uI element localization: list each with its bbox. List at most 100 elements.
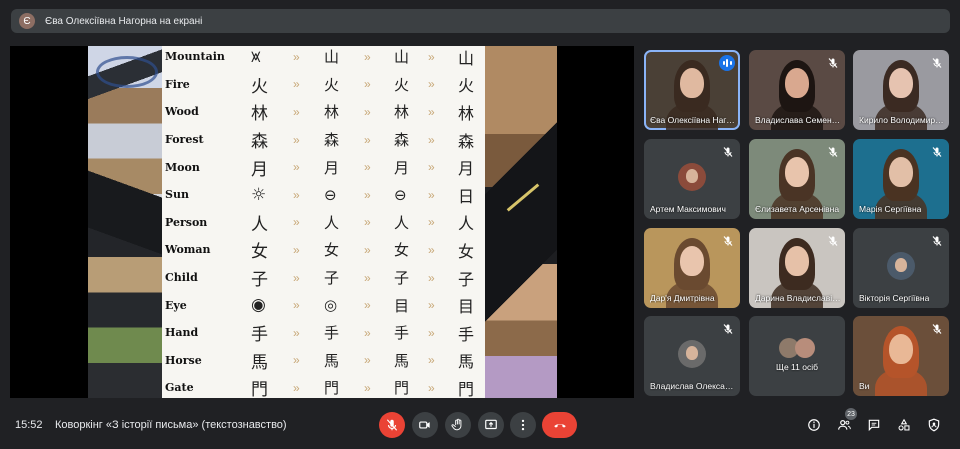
row-label: Person [165, 215, 208, 229]
participant-tile[interactable]: Єва Олексіївна Нагорна [644, 50, 740, 130]
participant-tile[interactable]: Ще 11 осіб [749, 316, 845, 396]
presenter-avatar: Є [19, 13, 35, 29]
arrow-icon: » [293, 160, 300, 175]
participant-tile[interactable]: Вікторія Сергіївна [853, 228, 949, 308]
modern-character: 林 [458, 103, 475, 123]
row-label: Forest [165, 133, 204, 147]
pictograph-glyph: 馬 [251, 352, 268, 373]
participant-face [680, 68, 704, 98]
participant-tile[interactable]: Єлизавета Арсенівна [749, 139, 845, 219]
arrow-icon: » [364, 49, 371, 64]
participant-tile[interactable]: Дар'я Дмитрівна [644, 228, 740, 308]
participant-name: Владислава Семенюк [755, 115, 841, 125]
table-row: Child 子 » 子 » 子 » 子 [162, 264, 485, 292]
participant-tile[interactable]: Владислав Олександрович [644, 316, 740, 396]
arrow-icon: » [364, 353, 371, 368]
participant-name: Вікторія Сергіївна [859, 293, 930, 303]
shared-screen[interactable]: Mountain ⩙» 山» 山» 山 Fire 火» 火» 火» 火 Wood 林» 林» 林» 林 For… [10, 46, 634, 398]
row-label: Mountain [165, 50, 225, 64]
participant-name: Кирило Володимирович [859, 115, 945, 125]
host-controls-button[interactable] [926, 417, 942, 433]
participant-name: Марія Сергіївна [859, 204, 922, 214]
meeting-details-button[interactable] [806, 417, 822, 433]
modern-character: 手 [458, 324, 475, 344]
pictograph-glyph: 手 [251, 325, 268, 346]
participant-tile[interactable]: Ви [853, 316, 949, 396]
pictograph-glyph: 月 [251, 159, 268, 180]
ancient-glyph: 林 [324, 103, 340, 122]
avatar [678, 340, 706, 368]
arrow-icon: » [293, 132, 300, 147]
ancient-glyph: 火 [324, 75, 340, 94]
activities-button[interactable] [896, 417, 912, 433]
leave-call-button[interactable] [542, 412, 577, 438]
present-screen-button[interactable] [478, 412, 504, 438]
participant-face [889, 68, 913, 98]
people-count-badge: 23 [845, 408, 857, 420]
arrow-icon: » [428, 187, 435, 202]
more-vert-icon [521, 419, 525, 431]
slide-decoration-left [88, 46, 162, 398]
participant-name: Єва Олексіївна Нагорна [650, 115, 736, 125]
participant-name: Артем Максимович [650, 204, 726, 214]
row-label: Woman [165, 243, 211, 257]
seal-glyph: 林 [394, 103, 410, 122]
arrow-icon: » [293, 104, 300, 119]
table-row: Fire 火 » 火 » 火 » 火 [162, 71, 485, 99]
mic-off-icon [827, 234, 839, 246]
raise-hand-button[interactable] [445, 412, 471, 438]
arrow-icon: » [428, 49, 435, 64]
presenter-text: Єва Олексіївна Нагорна на екрані [45, 15, 203, 27]
pictograph-glyph: 子 [251, 270, 268, 291]
mic-off-icon [827, 56, 839, 68]
mic-off-icon [722, 145, 734, 157]
arrow-icon: » [293, 242, 300, 257]
ancient-glyph: 森 [324, 131, 340, 150]
participant-tile[interactable]: Марія Сергіївна [853, 139, 949, 219]
bottom-bar: 15:52 Коворкінг «З історії письма» (текс… [0, 404, 960, 449]
ancient-glyph: 子 [324, 269, 340, 288]
table-row: Gate 門 » 門 » 門 » 門 [162, 374, 485, 398]
present-icon [485, 419, 497, 430]
pictograph-glyph: 人 [251, 214, 268, 235]
ancient-glyph: 月 [324, 158, 340, 177]
modern-character: 日 [458, 186, 475, 206]
camera-toggle-button[interactable] [412, 412, 438, 438]
pictograph-glyph: ☼ [251, 184, 267, 205]
arrow-icon: » [293, 49, 300, 64]
participant-tile[interactable]: Владислава Семенюк [749, 50, 845, 130]
ancient-glyph: ⊖ [324, 185, 337, 204]
arrow-icon: » [428, 353, 435, 368]
slide-decoration-right [485, 46, 557, 398]
people-icon [837, 420, 851, 430]
participant-tile[interactable]: Дарина Владиславівна [749, 228, 845, 308]
chat-button[interactable] [866, 417, 882, 433]
meeting-title: Коворкінг «З історії письма» (текстознав… [55, 419, 287, 431]
arrow-icon: » [364, 380, 371, 395]
participant-face [889, 157, 913, 187]
avatar [678, 163, 706, 191]
participant-face [889, 334, 913, 364]
arrow-icon: » [428, 77, 435, 92]
arrow-icon: » [293, 325, 300, 340]
seal-glyph: 門 [394, 379, 410, 398]
participant-tile[interactable]: Артем Максимович [644, 139, 740, 219]
table-row: Moon 月 » 月 » 月 » 月 [162, 153, 485, 181]
pictograph-glyph: 林 [251, 104, 268, 125]
seal-glyph: ⊖ [394, 185, 407, 204]
modern-character: 人 [458, 214, 475, 234]
ancient-glyph: 馬 [324, 351, 340, 370]
table-row: Mountain ⩙ » 山 » 山 » 山 [162, 46, 485, 71]
participant-tile[interactable]: Кирило Володимирович [853, 50, 949, 130]
mic-toggle-button[interactable] [379, 412, 405, 438]
more-options-button[interactable] [510, 412, 536, 438]
participant-face [785, 246, 809, 276]
row-label: Eye [165, 298, 187, 312]
arrow-icon: » [428, 298, 435, 313]
speaking-indicator-icon [719, 55, 735, 71]
participant-name: Дарина Владиславівна [755, 293, 841, 303]
arrow-icon: » [428, 270, 435, 285]
seal-glyph: 馬 [394, 351, 410, 370]
slide: Mountain ⩙» 山» 山» 山 Fire 火» 火» 火» 火 Wood 林» 林» 林» 林 For… [88, 46, 557, 398]
arrow-icon: » [364, 104, 371, 119]
